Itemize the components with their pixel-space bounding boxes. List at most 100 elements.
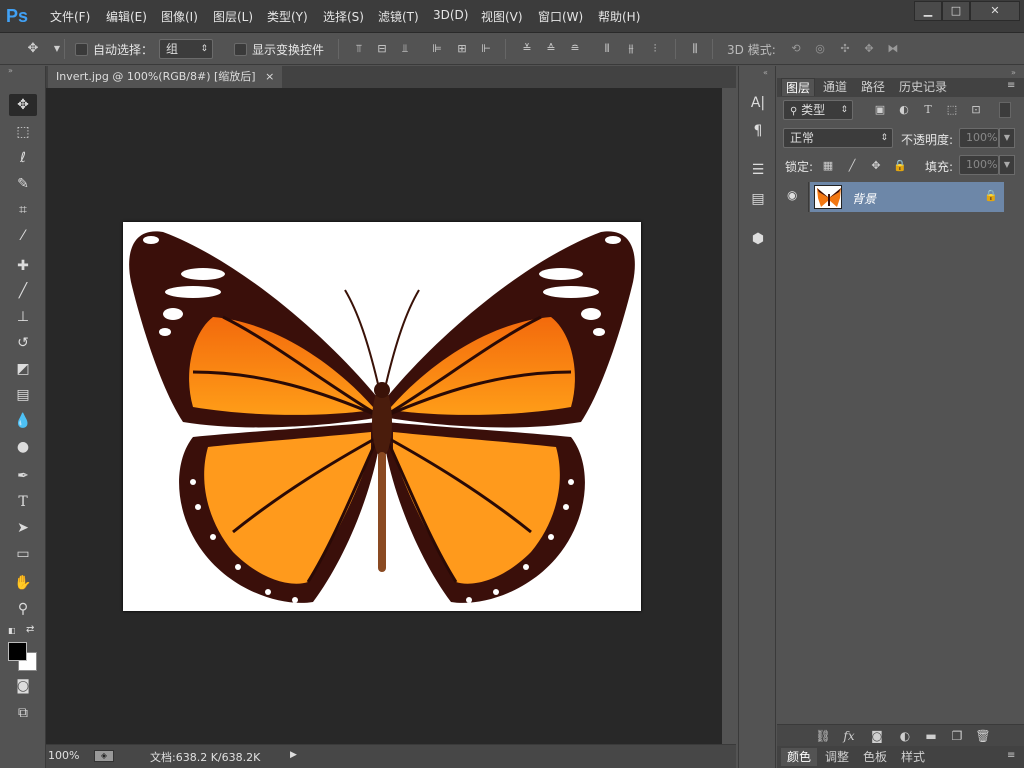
blur-tool-icon[interactable]: 💧 bbox=[9, 410, 37, 432]
quick-select-tool-icon[interactable]: ✎ bbox=[9, 173, 37, 195]
document-canvas[interactable] bbox=[123, 222, 641, 611]
distribute-left-icon[interactable]: ⫴ bbox=[600, 42, 614, 56]
auto-select-checkbox[interactable] bbox=[75, 43, 88, 56]
panel-menu-icon[interactable]: ≡ bbox=[1007, 750, 1015, 761]
menu-select[interactable]: 选择(S) bbox=[323, 8, 364, 25]
chevron-down-icon[interactable]: ▼ bbox=[50, 42, 64, 56]
auto-align-icon[interactable]: ⫼ bbox=[688, 42, 702, 56]
scale-3d-icon[interactable]: ⧓ bbox=[886, 42, 900, 56]
close-button[interactable]: ✕ bbox=[970, 1, 1020, 21]
layer-row-background[interactable]: 背景 🔒 bbox=[810, 182, 1004, 212]
align-top-icon[interactable]: ⫪ bbox=[352, 42, 366, 56]
zoom-level[interactable]: 100% bbox=[48, 749, 79, 762]
eye-icon[interactable]: ◉ bbox=[787, 188, 797, 202]
chevron-down-icon[interactable]: ▼ bbox=[999, 128, 1015, 148]
marquee-tool-icon[interactable]: ⬚ bbox=[9, 121, 37, 143]
filter-shape-icon[interactable]: ⬚ bbox=[945, 103, 959, 117]
menu-type[interactable]: 类型(Y) bbox=[267, 8, 308, 25]
crop-tool-icon[interactable]: ⌗ bbox=[9, 199, 37, 221]
move-tool-preset-icon[interactable]: ✥ bbox=[26, 42, 40, 56]
minimize-button[interactable]: ▁ bbox=[914, 1, 942, 21]
hand-tool-icon[interactable]: ✋ bbox=[9, 572, 37, 594]
eraser-tool-icon[interactable]: ◩ bbox=[9, 358, 37, 380]
filter-smartobject-icon[interactable]: ⊡ bbox=[969, 103, 983, 117]
tab-layers[interactable]: 图层 bbox=[781, 78, 816, 96]
fill-field[interactable]: 100% bbox=[959, 155, 999, 175]
filter-adjustment-icon[interactable]: ◐ bbox=[897, 103, 911, 117]
slide-3d-icon[interactable]: ✥ bbox=[862, 42, 876, 56]
delete-layer-icon[interactable]: 🗑 bbox=[975, 728, 991, 744]
zoom-tool-icon[interactable]: ⚲ bbox=[9, 598, 37, 620]
eyedropper-tool-icon[interactable]: ⁄ bbox=[9, 225, 37, 247]
path-selection-tool-icon[interactable]: ➤ bbox=[9, 517, 37, 539]
maximize-button[interactable]: □ bbox=[942, 1, 970, 21]
opacity-field[interactable]: 100% bbox=[959, 128, 999, 148]
tab-styles[interactable]: 样式 bbox=[895, 748, 931, 766]
move-tool-icon[interactable]: ✥ bbox=[9, 94, 37, 116]
menu-layer[interactable]: 图层(L) bbox=[213, 8, 253, 25]
link-layers-icon[interactable]: ⛓ bbox=[815, 728, 831, 744]
menu-3d[interactable]: 3D(D) bbox=[433, 8, 468, 22]
menu-filter[interactable]: 滤镜(T) bbox=[378, 8, 419, 25]
canvas-area[interactable] bbox=[46, 88, 722, 744]
filter-toggle[interactable] bbox=[999, 102, 1011, 118]
tab-swatches[interactable]: 色板 bbox=[857, 748, 893, 766]
notes-panel-icon[interactable]: ☰ bbox=[747, 159, 769, 181]
foreground-color-swatch[interactable] bbox=[8, 642, 27, 661]
clone-stamp-tool-icon[interactable]: ⊥ bbox=[9, 306, 37, 328]
tab-history[interactable]: 历史记录 bbox=[895, 78, 951, 96]
timeline-icon[interactable]: ◈ bbox=[94, 750, 114, 762]
auto-select-dropdown[interactable]: 组 ⇕ bbox=[159, 39, 213, 59]
gradient-tool-icon[interactable]: ▤ bbox=[9, 384, 37, 406]
paragraph-panel-icon[interactable]: ¶ bbox=[747, 120, 769, 142]
collapse-icon[interactable]: » bbox=[1011, 68, 1016, 77]
lasso-tool-icon[interactable]: ℓ bbox=[9, 147, 37, 169]
align-bottom-icon[interactable]: ⫫ bbox=[398, 42, 412, 56]
roll-3d-icon[interactable]: ◎ bbox=[813, 42, 827, 56]
layer-kind-filter[interactable]: ⚲ 类型 ⇕ bbox=[783, 100, 853, 120]
tab-color[interactable]: 颜色 bbox=[781, 748, 818, 766]
pen-tool-icon[interactable]: ✒ bbox=[9, 465, 37, 487]
healing-brush-tool-icon[interactable]: ✚ bbox=[9, 255, 37, 277]
properties-panel-icon[interactable]: ▤ bbox=[747, 188, 769, 210]
menu-image[interactable]: 图像(I) bbox=[161, 8, 198, 25]
add-mask-icon[interactable]: ◙ bbox=[869, 728, 885, 744]
menu-help[interactable]: 帮助(H) bbox=[598, 8, 640, 25]
vertical-scrollbar[interactable] bbox=[722, 88, 736, 744]
blend-mode-dropdown[interactable]: 正常 ⇕ bbox=[783, 128, 893, 148]
filter-type-icon[interactable]: T bbox=[921, 103, 935, 117]
tab-paths[interactable]: 路径 bbox=[857, 78, 889, 96]
close-tab-icon[interactable]: × bbox=[265, 70, 274, 83]
collapse-icon[interactable]: » bbox=[8, 67, 18, 75]
document-tab[interactable]: Invert.jpg @ 100%(RGB/8#) [缩放后] × bbox=[48, 66, 283, 88]
pan-3d-icon[interactable]: ✣ bbox=[838, 42, 852, 56]
menu-view[interactable]: 视图(V) bbox=[481, 8, 523, 25]
lock-pixels-icon[interactable]: ╱ bbox=[845, 159, 859, 173]
align-right-icon[interactable]: ⊩ bbox=[479, 42, 493, 56]
distribute-top-icon[interactable]: ≚ bbox=[520, 42, 534, 56]
history-brush-tool-icon[interactable]: ↺ bbox=[9, 332, 37, 354]
distribute-right-icon[interactable]: ⫶ bbox=[648, 42, 662, 56]
layer-name[interactable]: 背景 bbox=[852, 190, 876, 207]
orbit-3d-icon[interactable]: ⟲ bbox=[789, 42, 803, 56]
distribute-hcenter-icon[interactable]: ⫵ bbox=[624, 42, 638, 56]
shape-tool-icon[interactable]: ▭ bbox=[9, 543, 37, 565]
tab-adjustments[interactable]: 调整 bbox=[819, 748, 855, 766]
swap-colors-icon[interactable]: ⇄ bbox=[26, 624, 38, 636]
visibility-cell[interactable]: ◉ bbox=[779, 182, 809, 212]
chevron-down-icon[interactable]: ▼ bbox=[999, 155, 1015, 175]
align-vcenter-icon[interactable]: ⊟ bbox=[375, 42, 389, 56]
new-layer-icon[interactable]: ❐ bbox=[949, 728, 965, 744]
default-colors-icon[interactable]: ◧ bbox=[8, 626, 18, 636]
menu-file[interactable]: 文件(F) bbox=[50, 8, 90, 25]
quick-mask-icon[interactable]: ◙ bbox=[9, 675, 37, 697]
new-group-icon[interactable]: ▬ bbox=[923, 728, 939, 744]
panel-menu-icon[interactable]: ≡ bbox=[1007, 80, 1015, 91]
3d-panel-icon[interactable]: ⬢ bbox=[747, 228, 769, 250]
adjustment-layer-icon[interactable]: ◐ bbox=[897, 728, 913, 744]
align-left-icon[interactable]: ⊫ bbox=[430, 42, 444, 56]
show-transform-checkbox[interactable] bbox=[234, 43, 247, 56]
lock-position-icon[interactable]: ✥ bbox=[869, 159, 883, 173]
screen-mode-icon[interactable]: ⧉ bbox=[9, 702, 37, 724]
character-panel-icon[interactable]: A| bbox=[747, 92, 769, 114]
